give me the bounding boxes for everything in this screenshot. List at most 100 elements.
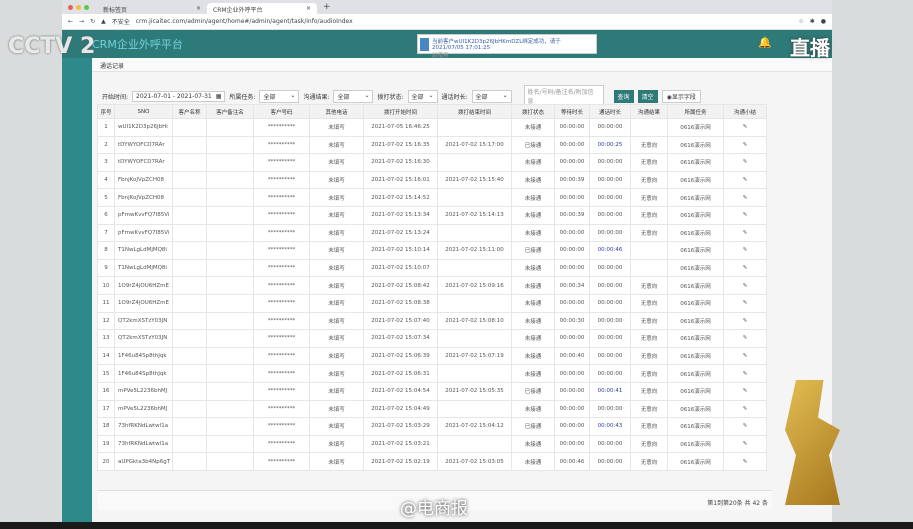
table-cell <box>172 241 207 260</box>
table-row[interactable]: 9 T1NwLgLdMjMQ8i ********** 未填写 2021-07-02 1… <box>97 258 767 278</box>
table-cell: 未填写 <box>309 223 364 243</box>
table-row[interactable]: 20 aUPGkta3b4Np6gT ********** 未填写 2021-07-02… <box>97 452 767 471</box>
show-fields-button[interactable]: ◉显示字段 <box>661 89 701 103</box>
close-icon[interactable]: × <box>196 5 201 12</box>
edit-summary-icon[interactable]: ✎ <box>723 170 767 190</box>
table-cell: FbnjKoJVpZCH08 <box>114 170 173 190</box>
table-row[interactable]: 6 pFmwKvvFQ7I85Vi ********** 未填写 2021-07-02 … <box>97 205 767 225</box>
chevron-down-icon: ⌄ <box>290 91 296 99</box>
edit-summary-icon[interactable]: ✎ <box>723 118 767 137</box>
table-cell: 00:00:00 <box>589 223 631 243</box>
tab-new[interactable]: 新标签页 × <box>97 3 207 14</box>
table-cell: 00:00:00 <box>589 434 631 454</box>
edit-summary-icon[interactable]: ✎ <box>723 241 767 260</box>
status-select[interactable]: 全部 ⌄ <box>407 89 438 103</box>
table-cell: 17 <box>97 399 115 419</box>
table-cell: 00:00:39 <box>554 170 590 190</box>
table-cell: 未填写 <box>309 293 364 313</box>
edit-summary-icon[interactable]: ✎ <box>723 276 767 295</box>
table-cell: 已接通 <box>511 381 555 401</box>
table-cell: 00:00:00 <box>589 452 631 471</box>
new-tab-icon[interactable]: + <box>323 2 331 12</box>
table-row[interactable]: 13 QT2kmXSTzY03JN ********** 未填写 2021-07-02 … <box>97 329 767 348</box>
edit-summary-icon[interactable]: ✎ <box>723 311 767 331</box>
query-button[interactable]: 查询 <box>613 89 634 103</box>
edit-summary-icon[interactable]: ✎ <box>723 346 767 366</box>
table-cell: 未填写 <box>309 241 364 260</box>
table-cell: pFmwKvvFQ7I85Vi <box>114 223 173 243</box>
table-row[interactable]: 15 1F46u84Sp8thJqk ********** 未填写 2021-07-02… <box>97 364 767 383</box>
table-row[interactable]: 5 FbnjKoJVpZCH08 ********** 未填写 2021-07-02 1… <box>97 188 767 207</box>
duration-select[interactable]: 全部 ⌄ <box>471 89 512 103</box>
forward-icon[interactable]: → <box>79 18 84 25</box>
table-cell: 00:00:00 <box>554 241 590 260</box>
table-row[interactable]: 4 FbnjKoJVpZCH08 ********** 未填写 2021-07-02 1… <box>97 170 767 190</box>
table-cell: 00:00:30 <box>554 311 590 331</box>
table-cell: 00:00:00 <box>589 293 631 313</box>
table-cell: 00:00:00 <box>589 346 631 366</box>
edit-summary-icon[interactable]: ✎ <box>723 135 767 155</box>
table-cell: 00:00:00 <box>554 293 590 313</box>
table-cell: 无意向 <box>630 434 668 454</box>
table-row[interactable]: 19 73hfRKNdLwtwl1a ********** 未填写 2021-07-02… <box>97 434 767 454</box>
edit-summary-icon[interactable]: ✎ <box>723 293 767 313</box>
table-cell: ********** <box>253 118 310 137</box>
table-cell: 0616演示网 <box>667 241 724 260</box>
extensions-icon[interactable]: ✱ <box>810 18 815 25</box>
table-row[interactable]: 11 1O9rZ4jOU6HZmE ********** 未填写 2021-07-02 … <box>97 293 767 313</box>
table-cell <box>630 118 668 137</box>
table-row[interactable]: 14 1F46u84Sp8thJqk ********** 未填写 2021-07-02… <box>97 346 767 366</box>
reload-icon[interactable]: ↻ <box>90 18 95 25</box>
table-row[interactable]: 16 mPVe5L2236bhMJ ********** 未填写 2021-07-02 … <box>97 381 767 401</box>
table-row[interactable]: 2 tDYWYOFCD7RAr ********** 未填写 2021-07-02 15… <box>97 135 767 155</box>
table-cell: 2021-07-02 15:10:14 <box>363 241 438 260</box>
task-select[interactable]: 全部 ⌄ <box>259 89 300 103</box>
edit-summary-icon[interactable]: ✎ <box>723 399 767 419</box>
table-row[interactable]: 18 73hfRKNdLwtwl1a ********** 未填写 2021-07-02… <box>97 417 767 436</box>
table-row[interactable]: 1 wUI1K2D3p26JbHi ********** 未填写 2021-07-05 … <box>97 118 767 137</box>
edit-summary-icon[interactable]: ✎ <box>723 452 767 471</box>
star-icon[interactable]: ☆ <box>798 18 803 25</box>
call-records-table: 序号 SNO 客户名称 客户备注名 客户号码 其他电话 拨打开始时间 拨打结束时间 拨打状态 等待… <box>97 104 767 471</box>
date-range-input[interactable]: 2021-07-01 - 2021-07-31 ▦ <box>132 90 226 102</box>
table-cell: 00:00:00 <box>554 153 590 172</box>
edit-summary-icon[interactable]: ✎ <box>723 434 767 454</box>
table-row[interactable]: 12 QT2kmXSTzY03JN ********** 未填写 2021-07-02 … <box>97 311 767 331</box>
table-cell: 未接通 <box>511 346 555 366</box>
chevron-down-icon: ⌄ <box>364 91 370 99</box>
edit-summary-icon[interactable]: ✎ <box>723 223 767 243</box>
edit-summary-icon[interactable]: ✎ <box>723 153 767 172</box>
table-cell <box>206 170 254 190</box>
table-row[interactable]: 8 T1NwLgLdMjMQ8i ********** 未填写 2021-07-02 1… <box>97 241 767 260</box>
table-cell: 00:00:00 <box>589 276 631 295</box>
table-row[interactable]: 7 pFmwKvvFQ7I85Vi ********** 未填写 2021-07-02 … <box>97 223 767 243</box>
table-row[interactable]: 17 mPVe5L2236bhMJ ********** 未填写 2021-07-02 … <box>97 399 767 419</box>
back-icon[interactable]: ← <box>68 18 73 25</box>
table-cell: 未接通 <box>511 276 555 295</box>
close-icon[interactable]: × <box>306 5 311 12</box>
table-cell: 未填写 <box>309 188 364 207</box>
edit-summary-icon[interactable]: ✎ <box>723 205 767 225</box>
table-cell <box>172 170 207 190</box>
edit-summary-icon[interactable]: ✎ <box>723 364 767 383</box>
table-cell: 2021-07-02 15:06:31 <box>363 364 438 383</box>
clear-button[interactable]: 清空 <box>637 89 658 103</box>
breadcrumb[interactable]: 通话记录 <box>92 58 832 72</box>
table-row[interactable]: 10 1O9rZ4jOU6HZmE ********** 未填写 2021-07-02 … <box>97 276 767 295</box>
table-cell: 0616演示网 <box>667 381 724 401</box>
edit-summary-icon[interactable]: ✎ <box>723 258 767 278</box>
table-row[interactable]: 3 tDYWYOFCD7RAr ********** 未填写 2021-07-02 15… <box>97 153 767 172</box>
edit-summary-icon[interactable]: ✎ <box>723 188 767 207</box>
edit-summary-icon[interactable]: ✎ <box>723 381 767 401</box>
edit-summary-icon[interactable]: ✎ <box>723 329 767 348</box>
url-input[interactable]: crm.jicaitec.com/admin/agent/home#/admin… <box>136 18 793 25</box>
result-select[interactable]: 全部 ⌄ <box>333 89 374 103</box>
address-bar[interactable]: ← → ↻ ▲ 不安全 crm.jicaitec.com/admin/agent/ho… <box>62 14 832 30</box>
edit-summary-icon[interactable]: ✎ <box>723 417 767 436</box>
table-cell <box>206 311 254 331</box>
profile-icon[interactable]: ● <box>821 18 826 25</box>
window-controls[interactable] <box>68 5 89 10</box>
table-cell: 7 <box>97 223 115 243</box>
bell-icon[interactable]: 🔔 <box>758 36 772 49</box>
tab-crm[interactable]: CRM企业外呼平台 × <box>207 3 317 14</box>
